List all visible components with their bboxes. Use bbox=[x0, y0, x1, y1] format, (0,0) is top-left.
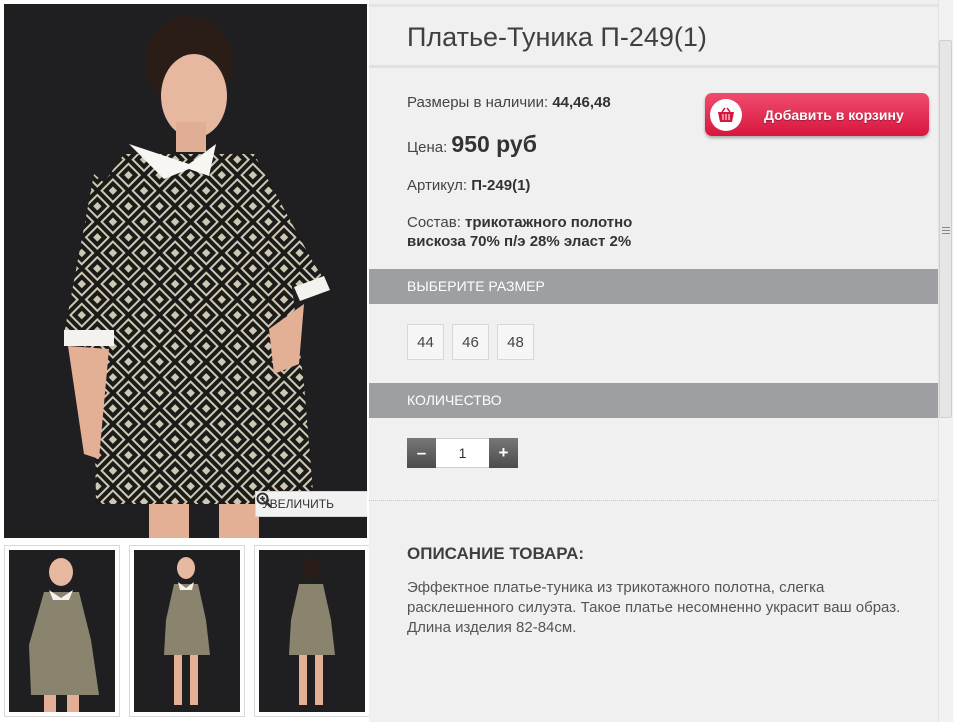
model-dress-image bbox=[64, 16, 330, 538]
thumbnail-image bbox=[9, 550, 115, 712]
size-option-46[interactable]: 46 bbox=[452, 324, 489, 360]
composition: Состав: трикотажного полотно вискоза 70%… bbox=[407, 213, 632, 251]
thumbnail-2[interactable] bbox=[129, 545, 245, 717]
quantity-input[interactable]: 1 bbox=[436, 438, 489, 468]
title-box: Платье-Туника П-249(1) bbox=[369, 4, 938, 68]
article-value: П-249(1) bbox=[471, 177, 531, 194]
thumbnail-strip bbox=[4, 545, 370, 720]
add-to-cart-label: Добавить в корзину bbox=[764, 106, 904, 123]
thumbnail-image bbox=[134, 550, 240, 712]
zoom-label: УВЕЛИЧИТЬ bbox=[262, 497, 334, 511]
price: Цена: 950 руб bbox=[407, 131, 537, 158]
quantity-section-header: КОЛИЧЕСТВО bbox=[369, 383, 938, 418]
composition-label: Состав: bbox=[407, 214, 461, 231]
quantity-minus-button[interactable]: – bbox=[407, 438, 436, 468]
size-option-44[interactable]: 44 bbox=[407, 324, 444, 360]
thumbnail-3[interactable] bbox=[254, 545, 370, 717]
article: Артикул: П-249(1) bbox=[407, 177, 530, 194]
thumbnail-image bbox=[259, 550, 365, 712]
price-label: Цена: bbox=[407, 139, 448, 156]
price-value: 950 руб bbox=[451, 131, 537, 157]
description-header: ОПИСАНИЕ ТОВАРА: bbox=[407, 544, 585, 563]
vertical-scrollbar[interactable] bbox=[938, 0, 953, 722]
sizes-label: Размеры в наличии: bbox=[407, 94, 549, 111]
zoom-button[interactable]: УВЕЛИЧИТЬ bbox=[255, 491, 367, 517]
article-label: Артикул: bbox=[407, 177, 468, 194]
divider bbox=[369, 500, 938, 501]
sizes-available: Размеры в наличии: 44,46,48 bbox=[407, 94, 611, 111]
size-option-48[interactable]: 48 bbox=[497, 324, 534, 360]
scrollbar-thumb[interactable] bbox=[939, 40, 952, 418]
product-details-panel: Платье-Туника П-249(1) Размеры в наличии… bbox=[369, 0, 938, 722]
product-main-photo[interactable]: УВЕЛИЧИТЬ bbox=[4, 4, 367, 538]
basket-icon bbox=[710, 98, 742, 131]
product-title: Платье-Туника П-249(1) bbox=[407, 22, 707, 52]
description-text: Эффектное платье-туника из трикотажного … bbox=[407, 579, 901, 636]
sizes-value: 44,46,48 bbox=[552, 94, 611, 111]
size-section-header: ВЫБЕРИТЕ РАЗМЕР bbox=[369, 269, 938, 304]
add-to-cart-button[interactable]: Добавить в корзину bbox=[705, 93, 929, 136]
composition-value-2: вискоза 70% п/э 28% эласт 2% bbox=[407, 233, 632, 250]
magnifier-plus-icon bbox=[256, 492, 272, 508]
quantity-plus-button[interactable]: + bbox=[489, 438, 518, 468]
scrollbar-grip-icon bbox=[942, 227, 950, 234]
quantity-stepper: – 1 + bbox=[407, 438, 518, 468]
composition-value-1: трикотажного полотно bbox=[465, 214, 633, 231]
thumbnail-1[interactable] bbox=[4, 545, 120, 717]
